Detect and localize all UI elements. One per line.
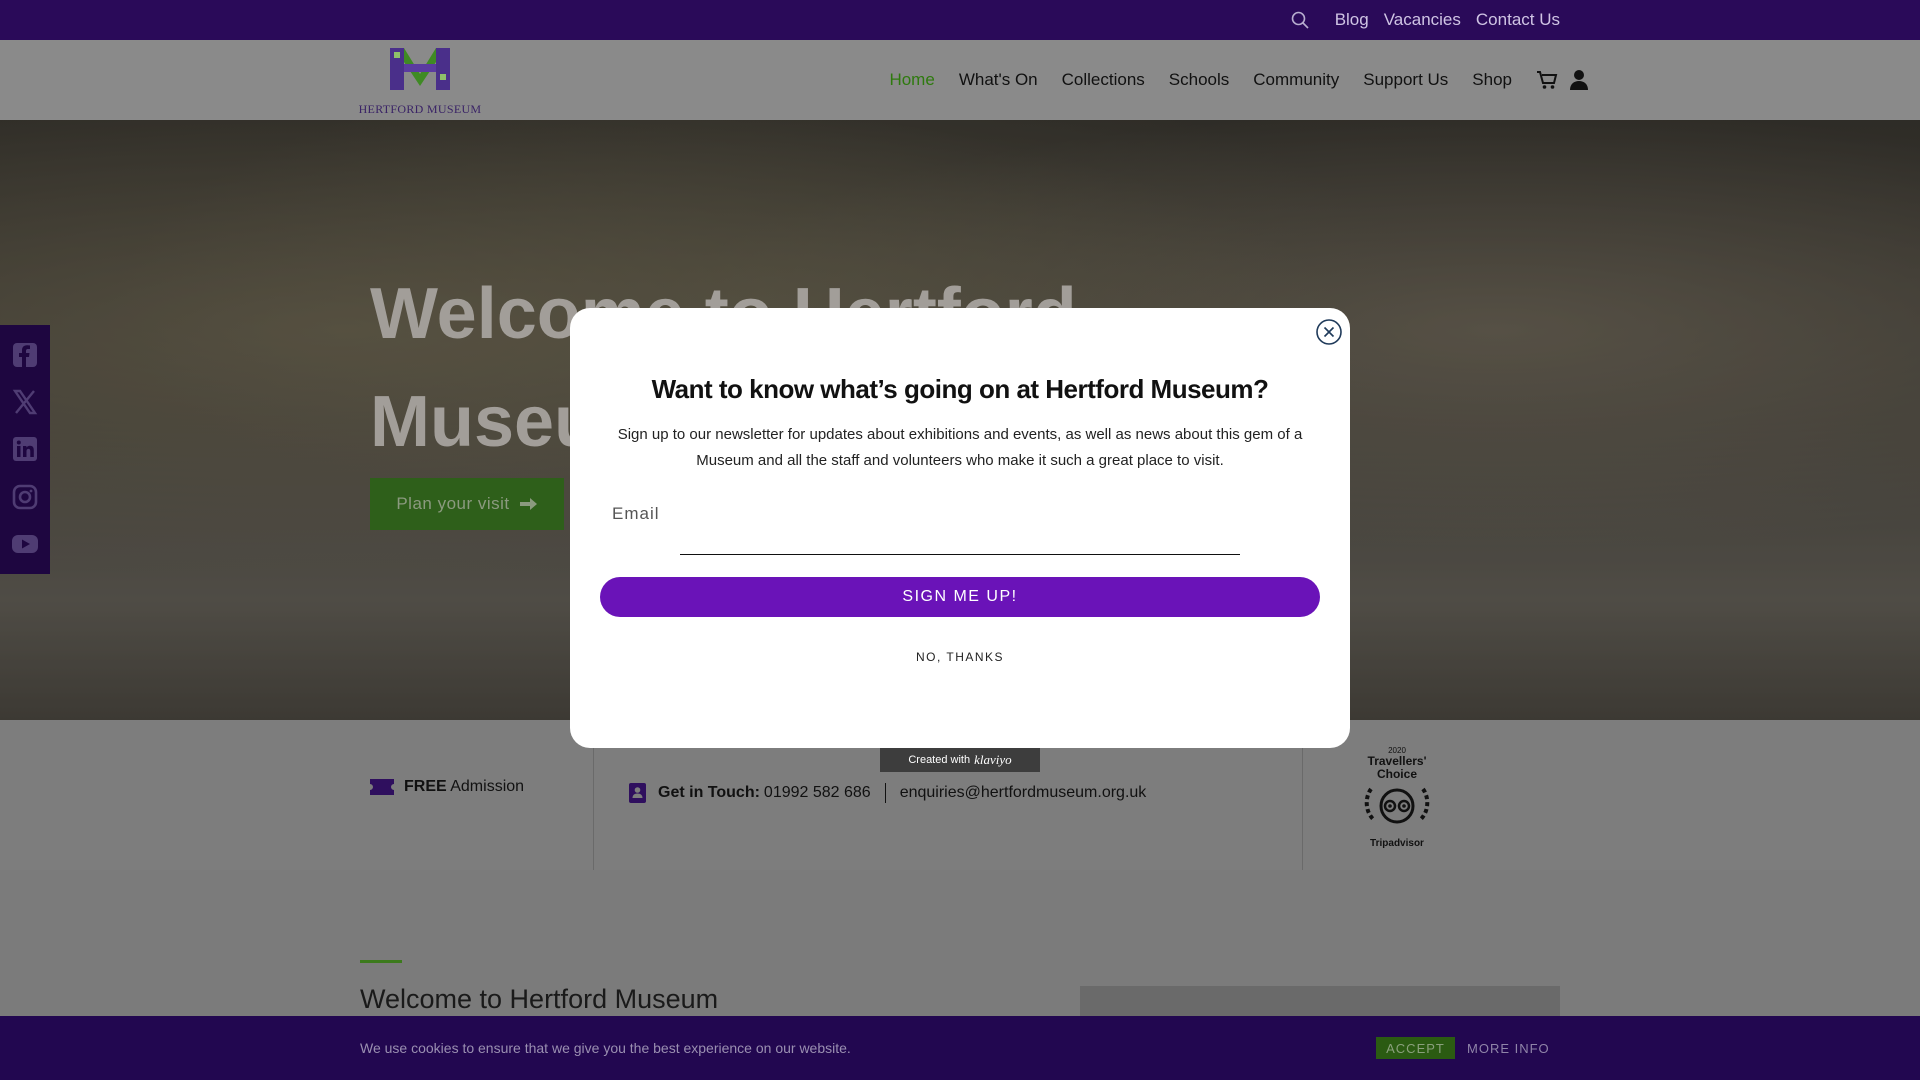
top-link-vacancies[interactable]: Vacancies [1384,10,1461,30]
badge-prefix: Created with [908,754,971,766]
nav-schools[interactable]: Schools [1169,70,1229,90]
cookie-more-info-link[interactable]: MORE INFO [1467,1037,1550,1059]
nav-support-us[interactable]: Support Us [1363,70,1448,90]
ticket-icon [370,779,394,795]
admission-label: Admission [450,778,525,795]
top-bar: Blog Vacancies Contact Us [0,0,1920,40]
plan-visit-label: Plan your visit [396,494,510,513]
heading-accent-line [360,960,402,963]
site-logo[interactable]: HERTFORD MUSEUM [358,44,482,116]
nav-home[interactable]: Home [889,70,934,90]
newsletter-modal: Want to know what’s going on at Hertford… [570,308,1350,748]
nav-collections[interactable]: Collections [1062,70,1145,90]
cookie-message: We use cookies to ensure that we give yo… [360,1040,851,1056]
x-twitter-icon[interactable] [11,388,39,416]
plan-visit-button[interactable]: Plan your visit [370,478,564,530]
nav-shop[interactable]: Shop [1472,70,1512,90]
email-input[interactable]: Email [612,504,660,524]
sign-up-button[interactable]: SIGN ME UP! [600,577,1320,617]
close-icon[interactable] [1315,318,1343,346]
modal-title: Want to know what’s going on at Hertford… [651,374,1269,404]
nav-whats-on[interactable]: What's On [959,70,1038,90]
no-thanks-link[interactable]: NO, THANKS [570,650,1350,664]
contact-label: Get in Touch: [658,784,760,801]
facebook-icon[interactable] [11,341,39,369]
tripadvisor-owl-icon [1364,787,1430,824]
badge-brand: klaviyo [974,752,1012,767]
contact-info: Get in Touch: 01992 582 686 enquiries@he… [628,782,1146,804]
modal-description: Sign up to our newsletter for updates ab… [617,426,1303,469]
contact-book-icon [629,783,646,803]
main-navbar: HERTFORD MUSEUM Home What's On Collectio… [0,40,1920,120]
cookie-banner: We use cookies to ensure that we give yo… [0,1016,1920,1080]
logo-text: HERTFORD MUSEUM [358,102,482,116]
arrow-right-icon [519,498,537,510]
youtube-icon[interactable] [11,530,39,558]
cookie-accept-button[interactable]: ACCEPT [1376,1037,1455,1059]
primary-nav: Home What's On Collections Schools Commu… [889,40,1590,120]
free-label: FREE [404,778,447,795]
welcome-heading: Welcome to Hertford Museum [360,984,719,1014]
nav-community[interactable]: Community [1253,70,1339,90]
social-sidebar [0,325,50,574]
top-links: Blog Vacancies Contact Us [1335,0,1560,40]
top-link-blog[interactable]: Blog [1335,10,1369,30]
instagram-icon[interactable] [11,483,39,511]
search-icon[interactable] [1290,10,1310,30]
email-link[interactable]: enquiries@hertfordmuseum.org.uk [900,784,1147,802]
tripadvisor-badge[interactable]: 2020 Travellers' Choice Tripadvisor [1356,746,1438,849]
free-admission: FREE Admission [370,778,524,796]
top-link-contact[interactable]: Contact Us [1476,10,1560,30]
logo-mark [390,48,450,90]
user-icon[interactable] [1568,69,1590,91]
contact-separator [884,783,886,803]
klaviyo-badge[interactable]: Created with klaviyo [880,748,1040,772]
award-name: Travellers' Choice [1367,754,1427,781]
linkedin-icon[interactable] [11,435,39,463]
phone-link[interactable]: 01992 582 686 [764,784,871,802]
tripadvisor-label: Tripadvisor [1370,838,1424,849]
email-input-underline [680,554,1240,555]
cart-icon[interactable] [1536,69,1558,91]
